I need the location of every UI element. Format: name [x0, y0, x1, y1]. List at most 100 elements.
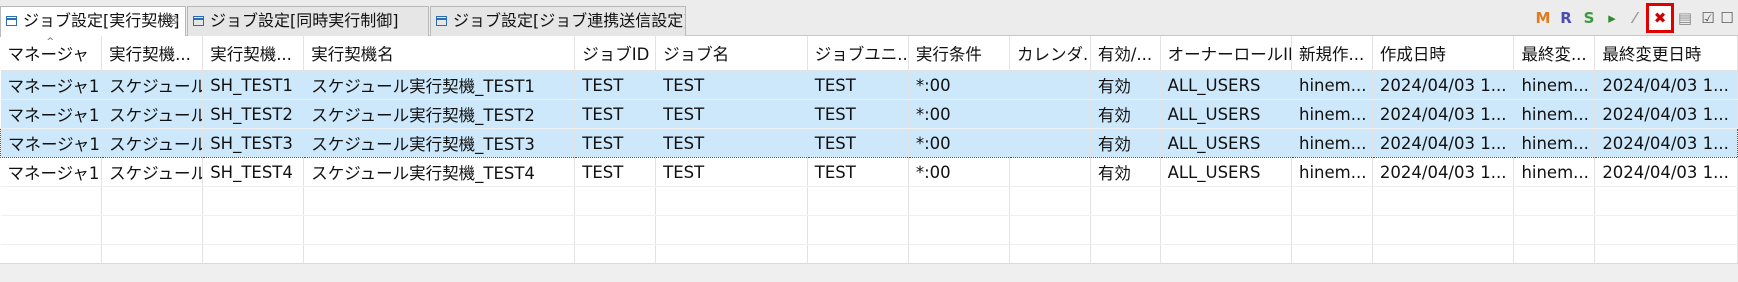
empty-row [0, 215, 1738, 245]
cell-modified-at: 2024/04/03 1... [1594, 128, 1738, 158]
close-icon[interactable]: ⊗ [168, 7, 179, 35]
column-header-run-condition[interactable]: 実行条件 [908, 36, 1010, 71]
cell-calendar [1009, 128, 1091, 158]
table-row[interactable]: マネージャ1 スケジュール SH_TEST4 スケジュール実行契機_TEST4 … [0, 157, 1738, 187]
column-header-trigger-type[interactable]: 実行契機... [101, 36, 204, 71]
delete-button[interactable]: ✖ [1646, 3, 1674, 33]
tab-job-link-send-settings[interactable]: ジョブ設定[ジョブ連携送信設定] [430, 6, 686, 36]
cell-trigger-id: SH_TEST2 [202, 99, 305, 129]
cell-trigger-name: スケジュール実行契機_TEST4 [303, 157, 576, 187]
cell-calendar [1009, 157, 1091, 187]
cell-enabled: 有効 [1090, 157, 1161, 187]
cell-owner-role-id: ALL_USERS [1160, 70, 1293, 100]
cell-modified-by: hinem... [1513, 128, 1596, 158]
tab-label: ジョブ設定[ジョブ連携送信設定] [453, 11, 686, 30]
cell-trigger-id: SH_TEST1 [202, 70, 305, 100]
cell-trigger-id: SH_TEST4 [202, 157, 305, 187]
cell-trigger-name: スケジュール実行契機_TEST2 [303, 99, 576, 129]
column-header-trigger-name[interactable]: 実行契機名 [303, 36, 576, 71]
job-trigger-table: ^ マネージャ 実行契機... 実行契機... 実行契機名 ジョブID ジョブ名 … [0, 36, 1738, 274]
run-icon: ▸ [1608, 9, 1616, 27]
table-row[interactable]: マネージャ1 スケジュール SH_TEST3 スケジュール実行契機_TEST3 … [0, 128, 1738, 158]
column-header-job-name[interactable]: ジョブ名 [655, 36, 808, 71]
cell-job-id: TEST [574, 70, 657, 100]
view-icon [436, 16, 447, 26]
cell-owner-role-id: ALL_USERS [1160, 157, 1293, 187]
view-icon [6, 16, 17, 26]
cell-created-by: hinem... [1291, 128, 1373, 158]
cell-modified-at: 2024/04/03 1... [1594, 70, 1738, 100]
view-icon [193, 16, 204, 26]
tab-job-trigger-settings[interactable]: ジョブ設定[実行契機] ⊗ [0, 6, 186, 37]
cell-job-name: TEST [655, 70, 808, 100]
cell-created-at: 2024/04/03 1... [1372, 157, 1515, 187]
column-header-enabled[interactable]: 有効/... [1090, 36, 1161, 71]
cell-jobunit: TEST [807, 70, 909, 100]
copy-button[interactable]: S [1578, 6, 1600, 30]
cell-modified-by: hinem... [1513, 99, 1596, 129]
horizontal-scrollbar[interactable] [0, 263, 1738, 282]
add-icon: M [1535, 9, 1551, 27]
cell-modified-by: hinem... [1513, 157, 1596, 187]
cell-jobunit: TEST [807, 157, 909, 187]
cell-trigger-type: スケジュール [101, 70, 204, 100]
cell-job-name: TEST [655, 157, 808, 187]
cell-job-id: TEST [574, 157, 657, 187]
cell-job-id: TEST [574, 99, 657, 129]
cell-created-by: hinem... [1291, 99, 1373, 129]
cell-trigger-type: スケジュール [101, 128, 204, 158]
tab-bar: ジョブ設定[実行契機] ⊗ ジョブ設定[同時実行制御] ジョブ設定[ジョブ連携送… [0, 0, 1738, 37]
modify-icon: R [1560, 9, 1572, 27]
cell-jobunit: TEST [807, 99, 909, 129]
uncheck-all-button[interactable]: ☐ [1716, 6, 1738, 30]
cell-trigger-name: スケジュール実行契機_TEST1 [303, 70, 576, 100]
cell-trigger-id: SH_TEST3 [202, 128, 305, 158]
column-header-created-by[interactable]: 新規作... [1291, 36, 1373, 71]
cell-manager: マネージャ1 [0, 128, 103, 158]
cell-enabled: 有効 [1090, 70, 1161, 100]
cell-job-id: TEST [574, 128, 657, 158]
empty-row [0, 186, 1738, 216]
column-header-modified-by[interactable]: 最終変... [1513, 36, 1596, 71]
cell-trigger-type: スケジュール [101, 157, 204, 187]
cell-run-condition: *:00 [908, 157, 1010, 187]
document-button[interactable]: ▤ [1674, 6, 1696, 30]
delete-icon: ✖ [1653, 9, 1667, 27]
cell-calendar [1009, 70, 1091, 100]
table-row[interactable]: マネージャ1 スケジュール SH_TEST1 スケジュール実行契機_TEST1 … [0, 70, 1738, 100]
cell-jobunit: TEST [807, 128, 909, 158]
column-header-created-at[interactable]: 作成日時 [1372, 36, 1515, 71]
cell-manager: マネージャ1 [0, 99, 103, 129]
cell-created-at: 2024/04/03 1... [1372, 128, 1515, 158]
cell-modified-at: 2024/04/03 1... [1594, 157, 1738, 187]
cell-created-by: hinem... [1291, 70, 1373, 100]
sort-ascending-icon: ^ [46, 37, 55, 47]
cell-run-condition: *:00 [908, 70, 1010, 100]
edit-icon: ⁄ [1633, 9, 1637, 27]
cell-created-at: 2024/04/03 1... [1372, 70, 1515, 100]
cell-job-name: TEST [655, 99, 808, 129]
run-button[interactable]: ▸ [1601, 6, 1623, 30]
cell-enabled: 有効 [1090, 99, 1161, 129]
cell-manager: マネージャ1 [0, 157, 103, 187]
column-header-owner-role-id[interactable]: オーナーロールID [1160, 36, 1293, 71]
add-button[interactable]: M [1532, 6, 1554, 30]
cell-job-name: TEST [655, 128, 808, 158]
tab-concurrency-control-settings[interactable]: ジョブ設定[同時実行制御] [187, 6, 429, 36]
tab-label: ジョブ設定[実行契機] [23, 11, 180, 30]
cell-trigger-type: スケジュール [101, 99, 204, 129]
table-row[interactable]: マネージャ1 スケジュール SH_TEST2 スケジュール実行契機_TEST2 … [0, 99, 1738, 129]
column-header-modified-at[interactable]: 最終変更日時 [1594, 36, 1738, 71]
cell-created-at: 2024/04/03 1... [1372, 99, 1515, 129]
cell-run-condition: *:00 [908, 99, 1010, 129]
cell-modified-by: hinem... [1513, 70, 1596, 100]
column-header-trigger-id[interactable]: 実行契機... [202, 36, 305, 71]
edit-button[interactable]: ⁄ [1624, 6, 1646, 30]
checked-icon: ☑ [1701, 9, 1715, 27]
column-header-calendar[interactable]: カレンダ... [1009, 36, 1091, 71]
column-header-job-id[interactable]: ジョブID [574, 36, 657, 71]
modify-button[interactable]: R [1555, 6, 1577, 30]
cell-created-by: hinem... [1291, 157, 1373, 187]
column-header-jobunit[interactable]: ジョブユニ... [807, 36, 909, 71]
column-header-manager[interactable]: ^ マネージャ [0, 36, 103, 71]
